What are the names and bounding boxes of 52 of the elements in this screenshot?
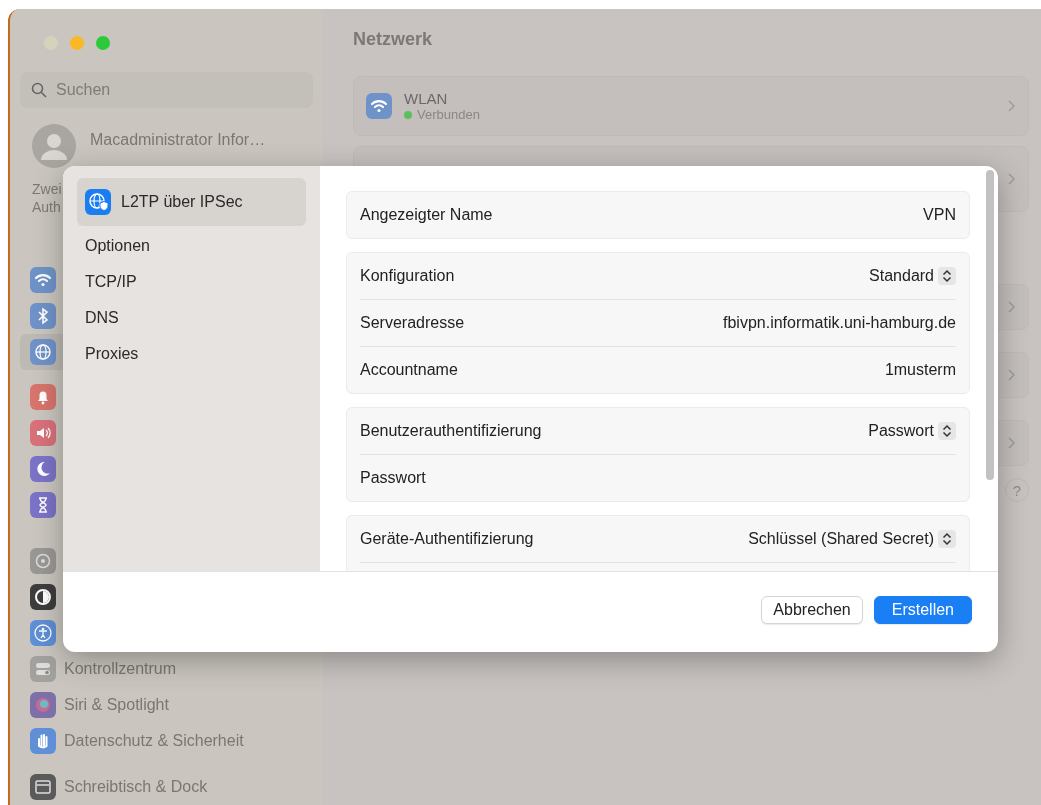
- chevron-icon: [1007, 436, 1016, 450]
- chevron-icon: [1007, 368, 1016, 382]
- sheet-tab[interactable]: DNS: [77, 300, 306, 336]
- cancel-button[interactable]: Abbrechen: [761, 596, 863, 624]
- scrollbar-thumb[interactable]: [986, 170, 994, 480]
- globe-icon: [30, 339, 56, 365]
- chevron-icon: [1007, 300, 1016, 314]
- notice-text: Auth: [32, 198, 61, 216]
- sheet-tab[interactable]: Optionen: [77, 228, 306, 264]
- field-label: Serveradresse: [360, 314, 465, 332]
- status-text: Verbunden: [417, 107, 480, 122]
- sheet-tab[interactable]: TCP/IP: [77, 264, 306, 300]
- bluetooth-icon: [30, 303, 56, 329]
- chevron-icon: [1007, 99, 1016, 113]
- display-icon: [30, 774, 56, 800]
- popup-button[interactable]: Schlüssel (Shared Secret): [748, 530, 956, 548]
- field-label: Benutzerauthentifizierung: [360, 422, 542, 440]
- field-label: Angezeigter Name: [360, 206, 493, 224]
- field-value: 1musterm: [884, 361, 956, 379]
- avatar-icon: [32, 124, 76, 168]
- field-label: Accountname: [360, 361, 458, 379]
- hand-icon: [30, 728, 56, 754]
- chevron-icon: [1007, 172, 1016, 186]
- popup-button[interactable]: Standard: [869, 267, 956, 285]
- globe-shield-icon: [85, 189, 111, 215]
- accessibility-icon: [30, 620, 56, 646]
- sheet-tab[interactable]: L2TP über IPSec: [77, 178, 306, 226]
- notice-text: Zwei: [32, 180, 62, 198]
- hourglass-icon: [30, 492, 56, 518]
- window-title: Netzwerk: [353, 29, 434, 50]
- search-field[interactable]: Suchen: [20, 72, 313, 108]
- contrast-icon: [30, 584, 56, 610]
- moon-icon: [30, 456, 56, 482]
- field-label: Konfiguration: [360, 267, 455, 285]
- service-name: WLAN: [404, 90, 449, 107]
- wifi-icon: [30, 267, 56, 293]
- field-label: Geräte-Authentifizierung: [360, 530, 534, 548]
- gear-icon: [30, 548, 56, 574]
- field-label: Passwort: [360, 469, 426, 487]
- orb-icon: [30, 692, 56, 718]
- popup-button[interactable]: Passwort: [868, 422, 956, 440]
- field-value: VPN: [923, 206, 956, 224]
- create-button[interactable]: Erstellen: [873, 596, 972, 624]
- sheet-tab[interactable]: Proxies: [77, 336, 306, 372]
- bell-icon: [30, 384, 56, 410]
- toggles-icon: [30, 656, 56, 682]
- wifi-icon: [366, 93, 392, 119]
- stepper-icon: [938, 267, 956, 285]
- field-value: fbivpn.informatik.uni-hamburg.de: [723, 314, 956, 332]
- stepper-icon: [938, 530, 956, 548]
- stepper-icon: [938, 422, 956, 440]
- speaker-icon: [30, 420, 56, 446]
